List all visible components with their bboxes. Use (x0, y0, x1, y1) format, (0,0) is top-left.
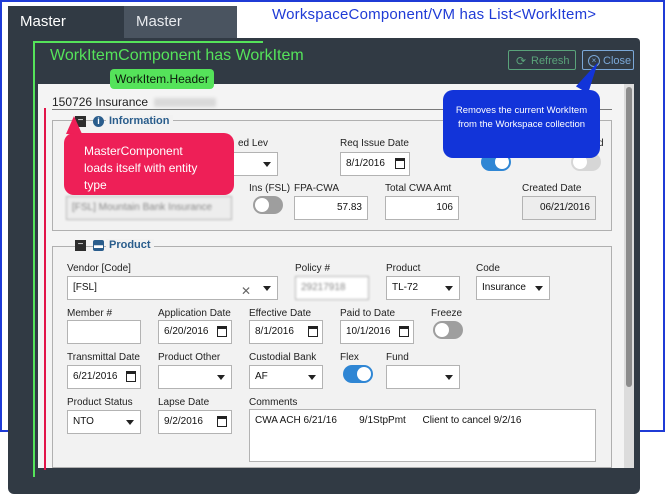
req-issue-date-input[interactable]: 8/1/2016 (340, 152, 410, 176)
refresh-button[interactable]: ⟳ Refresh (508, 50, 576, 70)
product-other-label: Product Other (158, 352, 221, 363)
information-title: Information (106, 115, 173, 127)
chevron-down-icon (217, 375, 225, 380)
calendar-icon (395, 158, 405, 169)
application-date-label: Application Date (158, 308, 231, 319)
req-issue-label: Req Issue Date (340, 138, 409, 149)
vendor-label: Vendor [Code] (67, 263, 131, 274)
calendar-icon (217, 416, 227, 427)
product-status-value: NTO (73, 416, 94, 427)
member-input[interactable] (67, 320, 141, 344)
redacted-name (154, 98, 217, 108)
close-label: Close (603, 55, 632, 67)
fpa-cwa-input[interactable]: 57.83 (294, 196, 368, 220)
paid-to-value: 10/1/2016 (346, 326, 391, 337)
transmittal-date-value: 6/21/2016 (73, 371, 118, 382)
paid-to-date-input[interactable]: 10/1/2016 (340, 320, 414, 344)
chevron-down-icon (445, 375, 453, 380)
custodial-bank-select[interactable]: AF (249, 365, 323, 389)
workitem-caption: WorkItemComponent has WorkItem (50, 47, 304, 64)
product-other-select[interactable] (158, 365, 232, 389)
lapse-date-input[interactable]: 9/2/2016 (158, 410, 232, 434)
chevron-down-icon (308, 375, 316, 380)
master-callout: MasterComponent loads itself with entity… (64, 133, 234, 195)
created-date-field: 06/21/2016 (522, 196, 596, 220)
chevron-down-icon (263, 286, 271, 291)
lapse-date-label: Lapse Date (158, 397, 210, 408)
code-value: Insurance (482, 282, 526, 293)
workspace-caption: WorkspaceComponent/VM has List<WorkItem> (272, 6, 597, 23)
master-outline (44, 108, 46, 470)
code-select[interactable]: Insurance (476, 276, 550, 300)
product-value: TL-72 (392, 282, 419, 293)
transmittal-date-label: Transmittal Date (67, 352, 140, 363)
total-cwa-input[interactable]: 106 (385, 196, 459, 220)
toggle-knob (255, 198, 269, 212)
comments-textarea[interactable]: CWA ACH 6/21/16 9/1StpPmt Client to canc… (249, 409, 596, 462)
ins-fsl-toggle[interactable] (253, 196, 283, 214)
chevron-down-icon (263, 162, 271, 167)
workitem-header-badge: WorkItem.Header (110, 69, 214, 89)
fpa-cwa-label: FPA-CWA (294, 183, 339, 194)
product-status-label: Product Status (67, 397, 133, 408)
chevron-down-icon (126, 420, 134, 425)
product-select[interactable]: TL-72 (386, 276, 460, 300)
product-label: Product (386, 263, 421, 274)
req-issue-value: 8/1/2016 (346, 158, 385, 169)
toggle-knob (435, 323, 449, 337)
effective-date-label: Effective Date (249, 308, 312, 319)
calendar-icon (399, 326, 409, 337)
calendar-icon (308, 326, 318, 337)
policy-input[interactable]: 29217918 (295, 276, 369, 300)
product-status-select[interactable]: NTO (67, 410, 141, 434)
refresh-icon: ⟳ (516, 54, 527, 68)
fund-select[interactable] (386, 365, 460, 389)
fund-label: Fund (386, 352, 409, 363)
tab-master-150726[interactable]: Master 150726 (8, 6, 124, 62)
paid-to-label: Paid to Date (340, 308, 396, 319)
created-date-label: Created Date (522, 183, 582, 194)
chevron-down-icon (445, 286, 453, 291)
clear-icon[interactable]: ✕ (241, 280, 251, 302)
freeze-toggle[interactable] (433, 321, 463, 339)
scrollbar-thumb[interactable] (626, 87, 632, 387)
vendor-select[interactable]: [FSL] ✕ (67, 276, 278, 300)
freeze-label: Freeze (431, 308, 463, 319)
page-title: 150726 Insurance (52, 95, 217, 109)
policy-label: Policy # (295, 263, 331, 274)
workitem-outline-top (33, 41, 263, 43)
product-title: Product (106, 239, 154, 251)
application-date-input[interactable]: 6/20/2016 (158, 320, 232, 344)
fixed-lev-label: ed Lev (238, 138, 269, 149)
product-icon: ▬ (93, 240, 104, 251)
custodial-bank-label: Custodial Bank (249, 352, 317, 363)
custodial-bank-value: AF (255, 371, 268, 382)
transmittal-date-input[interactable]: 6/21/2016 (67, 365, 141, 389)
calendar-icon (126, 371, 136, 382)
calendar-icon (217, 326, 227, 337)
member-label: Member # (67, 308, 113, 319)
comments-label: Comments (249, 397, 298, 408)
product-collapse-button[interactable]: − (75, 240, 86, 251)
code-label: Code (476, 263, 500, 274)
ins-fsl-label: Ins (FSL) (249, 183, 291, 194)
total-cwa-label: Total CWA Amt (385, 183, 452, 194)
flex-label: Flex (340, 352, 359, 363)
vendor-readonly-field: [FSL] Mountain Bank Insurance (66, 196, 232, 220)
lapse-date-value: 9/2/2016 (164, 416, 203, 427)
effective-date-input[interactable]: 8/1/2016 (249, 320, 323, 344)
effective-date-value: 8/1/2016 (255, 326, 294, 337)
info-icon: i (93, 116, 104, 127)
toggle-knob (357, 367, 371, 381)
application-date-value: 6/20/2016 (164, 326, 209, 337)
tab-master-160776[interactable]: Master 160776 (124, 6, 237, 62)
chevron-down-icon (535, 286, 543, 291)
close-callout: Removes the current WorkItem from the Wo… (443, 90, 600, 158)
page-title-text: 150726 Insurance (52, 95, 149, 109)
master-callout-pointer (66, 116, 82, 134)
vendor-value: [FSL] (73, 282, 97, 293)
flex-toggle[interactable] (343, 365, 373, 383)
refresh-label: Refresh (531, 55, 570, 67)
